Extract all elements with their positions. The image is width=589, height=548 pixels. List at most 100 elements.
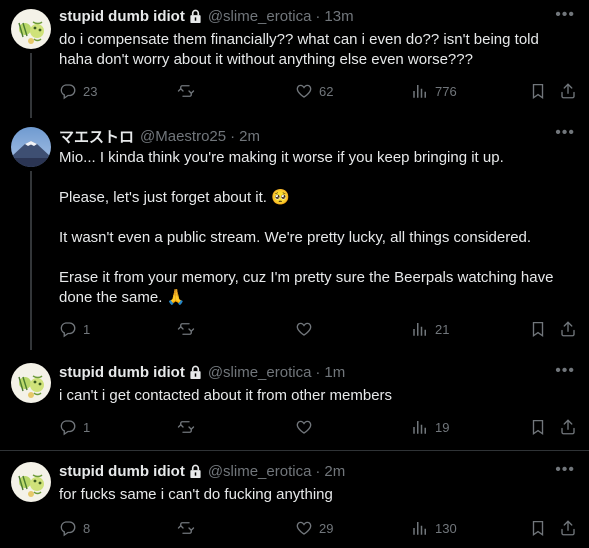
views-icon bbox=[411, 320, 429, 338]
views-icon bbox=[411, 82, 429, 100]
reply-count: 23 bbox=[83, 83, 98, 99]
user-handle[interactable]: @Maestro25 bbox=[140, 128, 226, 145]
reply-button[interactable]: 23 bbox=[59, 82, 97, 100]
tweet-paragraph: Please, let's just forget about it. 🥺 bbox=[59, 189, 290, 206]
avatar[interactable] bbox=[11, 363, 51, 403]
like-count: 29 bbox=[319, 520, 334, 536]
share-icon bbox=[559, 82, 577, 100]
bookmark-button[interactable] bbox=[529, 519, 547, 537]
bookmark-icon bbox=[529, 82, 547, 100]
user-handle[interactable]: @slime_erotica bbox=[208, 364, 312, 381]
retweet-icon bbox=[177, 320, 195, 338]
view-count: 21 bbox=[435, 321, 450, 337]
bookmark-button[interactable] bbox=[529, 418, 547, 436]
view-count: 776 bbox=[435, 83, 457, 99]
like-button[interactable] bbox=[295, 418, 319, 436]
tweet[interactable]: stupid dumb idiot @slime_erotica · 2m ••… bbox=[0, 451, 589, 548]
display-name[interactable]: stupid dumb idiot bbox=[59, 364, 185, 381]
more-horizontal-icon[interactable]: ••• bbox=[555, 6, 575, 24]
retweet-button[interactable] bbox=[177, 320, 201, 338]
heart-icon bbox=[295, 519, 313, 537]
views-button[interactable]: 776 bbox=[411, 82, 457, 100]
heart-icon bbox=[295, 418, 313, 436]
timestamp[interactable]: 1m bbox=[324, 364, 345, 381]
thread-line bbox=[30, 53, 32, 118]
lock-icon bbox=[189, 464, 202, 479]
bookmark-button[interactable] bbox=[529, 82, 547, 100]
reply-icon bbox=[59, 320, 77, 338]
display-name[interactable]: stupid dumb idiot bbox=[59, 463, 185, 480]
views-button[interactable]: 21 bbox=[411, 320, 449, 338]
like-count: 62 bbox=[319, 83, 334, 99]
more-horizontal-icon[interactable]: ••• bbox=[555, 362, 575, 380]
bookmark-icon bbox=[529, 418, 547, 436]
share-button[interactable] bbox=[559, 82, 577, 100]
heart-icon bbox=[295, 320, 313, 338]
separator-dot: · bbox=[230, 128, 236, 145]
share-button[interactable] bbox=[559, 320, 577, 338]
bookmark-icon bbox=[529, 320, 547, 338]
avatar[interactable] bbox=[11, 462, 51, 502]
retweet-icon bbox=[177, 519, 195, 537]
views-button[interactable]: 130 bbox=[411, 519, 457, 537]
tweet-text: Mio... I kinda think you're making it wo… bbox=[59, 148, 574, 308]
views-icon bbox=[411, 519, 429, 537]
retweet-button[interactable] bbox=[177, 519, 201, 537]
tweet[interactable]: stupid dumb idiot @slime_erotica · 13m •… bbox=[0, 0, 589, 118]
retweet-icon bbox=[177, 82, 195, 100]
reply-button[interactable]: 1 bbox=[59, 320, 90, 338]
lock-icon bbox=[189, 9, 202, 24]
reply-button[interactable]: 1 bbox=[59, 418, 90, 436]
bookmark-button[interactable] bbox=[529, 320, 547, 338]
tweet-text: i can't i get contacted about it from ot… bbox=[59, 387, 393, 404]
share-icon bbox=[559, 320, 577, 338]
views-icon bbox=[411, 418, 429, 436]
timestamp[interactable]: 2m bbox=[239, 128, 260, 145]
like-button[interactable]: 29 bbox=[295, 519, 333, 537]
avatar[interactable] bbox=[11, 127, 51, 167]
tweet-actions: 1 19 bbox=[59, 418, 575, 438]
tweet-actions: 8 29 130 bbox=[59, 519, 575, 539]
view-count: 19 bbox=[435, 419, 450, 435]
like-button[interactable]: 62 bbox=[295, 82, 333, 100]
reply-icon bbox=[59, 82, 77, 100]
user-handle[interactable]: @slime_erotica bbox=[208, 463, 312, 480]
tweet-header: stupid dumb idiot @slime_erotica · 1m bbox=[59, 364, 345, 381]
tweet[interactable]: stupid dumb idiot @slime_erotica · 1m ••… bbox=[0, 350, 589, 450]
more-horizontal-icon[interactable]: ••• bbox=[555, 461, 575, 479]
retweet-icon bbox=[177, 418, 195, 436]
retweet-button[interactable] bbox=[177, 82, 201, 100]
avatar[interactable] bbox=[11, 9, 51, 49]
tweet-paragraph: Mio... I kinda think you're making it wo… bbox=[59, 149, 504, 166]
tweet[interactable]: マエストロ @Maestro25 · 2m ••• Mio... I kinda… bbox=[0, 118, 589, 350]
user-handle[interactable]: @slime_erotica bbox=[208, 8, 312, 25]
share-button[interactable] bbox=[559, 418, 577, 436]
reply-count: 1 bbox=[83, 321, 91, 337]
separator-dot: · bbox=[315, 8, 321, 25]
reply-icon bbox=[59, 519, 77, 537]
lock-icon bbox=[189, 365, 202, 380]
tweet-paragraph: Erase it from your memory, cuz I'm prett… bbox=[59, 269, 554, 306]
like-button[interactable] bbox=[295, 320, 319, 338]
reply-count: 8 bbox=[83, 520, 91, 536]
reply-button[interactable]: 8 bbox=[59, 519, 90, 537]
share-button[interactable] bbox=[559, 519, 577, 537]
tweet-actions: 1 21 bbox=[59, 320, 575, 340]
separator-dot: · bbox=[315, 463, 321, 480]
thread-line bbox=[30, 171, 32, 350]
bookmark-icon bbox=[529, 519, 547, 537]
display-name[interactable]: マエストロ bbox=[59, 126, 134, 147]
share-icon bbox=[559, 519, 577, 537]
tweet-paragraph: It wasn't even a public stream. We're pr… bbox=[59, 229, 532, 246]
display-name[interactable]: stupid dumb idiot bbox=[59, 8, 185, 25]
tweet-actions: 23 62 776 bbox=[59, 82, 575, 102]
view-count: 130 bbox=[435, 520, 457, 536]
tweet-header: stupid dumb idiot @slime_erotica · 13m bbox=[59, 8, 354, 25]
share-icon bbox=[559, 418, 577, 436]
timestamp[interactable]: 13m bbox=[324, 8, 353, 25]
retweet-button[interactable] bbox=[177, 418, 201, 436]
tweet-header: マエストロ @Maestro25 · 2m bbox=[59, 126, 260, 147]
timestamp[interactable]: 2m bbox=[324, 463, 345, 480]
views-button[interactable]: 19 bbox=[411, 418, 449, 436]
more-horizontal-icon[interactable]: ••• bbox=[555, 124, 575, 142]
